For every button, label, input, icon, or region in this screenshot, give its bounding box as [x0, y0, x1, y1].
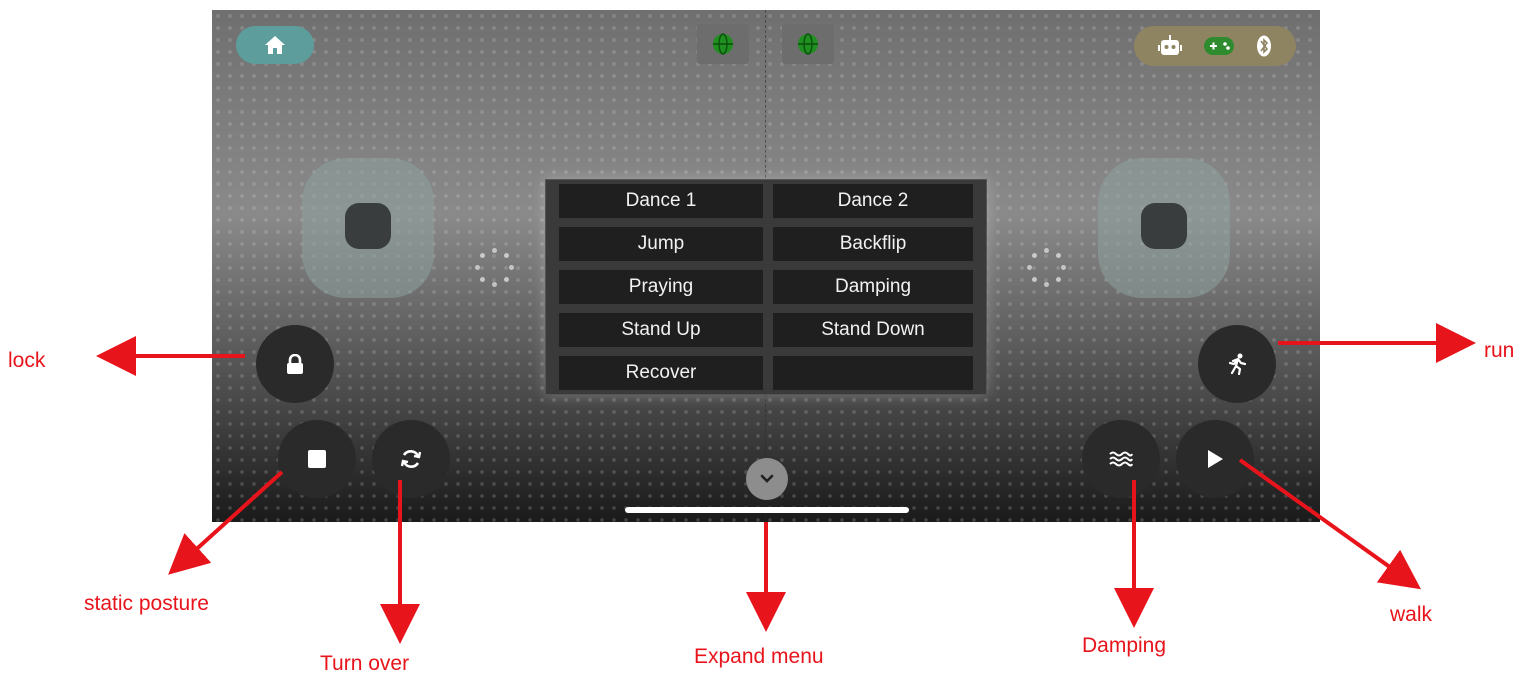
annotation-expand-menu: Expand menu	[694, 645, 824, 668]
annotation-arrows	[96, 323, 1476, 644]
static-posture-arrow	[168, 470, 284, 575]
annotation-walk: walk	[1390, 603, 1433, 626]
annotation-turn-over: Turn over	[320, 652, 410, 675]
annotation-lock: lock	[8, 349, 46, 372]
annotation-run: run	[1484, 339, 1515, 362]
walk-arrow	[1238, 458, 1422, 590]
annotation-static-posture: static posture	[84, 592, 209, 615]
annotation-damping: Damping	[1082, 634, 1167, 657]
